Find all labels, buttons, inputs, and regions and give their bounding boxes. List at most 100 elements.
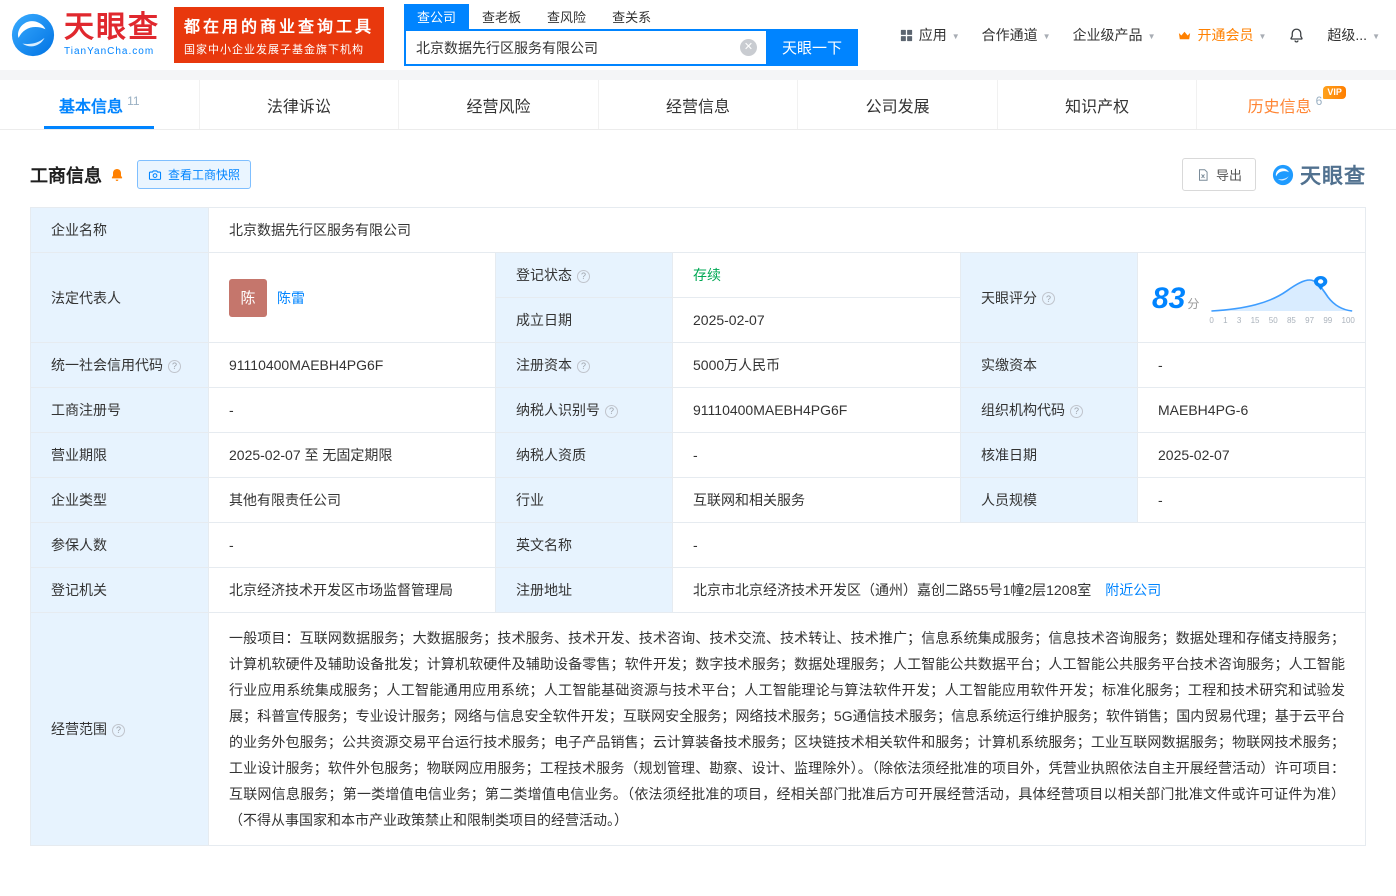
help-icon[interactable]: ? xyxy=(1042,292,1055,305)
field-label: 企业类型 xyxy=(51,492,107,508)
tab-legal-proceedings[interactable]: 法律诉讼 xyxy=(200,80,400,129)
tab-basic-info[interactable]: 基本信息 11 xyxy=(0,80,200,129)
brand-slogan: 都在用的商业查询工具 国家中小企业发展子基金旗下机构 xyxy=(174,7,385,63)
value-establish-date: 2025-02-07 xyxy=(672,297,961,343)
logo-subtitle: TianYanCha.com xyxy=(64,46,155,57)
nav-vip-label: 开通会员 xyxy=(1197,27,1254,43)
nav-user-label: 超级... xyxy=(1327,27,1368,43)
table-row: 企业类型 其他有限责任公司 行业 互联网和相关服务 人员规模 - xyxy=(30,477,1366,523)
company-tab-bar: 基本信息 11 法律诉讼 经营风险 经营信息 公司发展 知识产权 历史信息 6 … xyxy=(0,80,1396,130)
tab-label: 公司发展 xyxy=(865,98,930,116)
value-company-name: 北京数据先行区服务有限公司 xyxy=(208,207,1366,253)
field-label: 行业 xyxy=(516,492,544,508)
help-icon[interactable]: ? xyxy=(577,359,590,373)
tab-company-development[interactable]: 公司发展 xyxy=(798,80,998,129)
search-tab-boss[interactable]: 查老板 xyxy=(469,4,534,29)
search-tabs: 查公司 查老板 查风险 查关系 xyxy=(404,4,858,29)
help-icon[interactable]: ? xyxy=(112,723,125,737)
table-row: 法定代表人 陈 陈雷 登记状态? 存续 天眼评分? 83 分 0 1 3 15 … xyxy=(30,252,1366,343)
value-business-term: 2025-02-07 至 无固定期限 xyxy=(208,432,496,478)
page-gap xyxy=(0,70,1396,80)
search-button[interactable]: 天眼一下 xyxy=(766,29,859,66)
label-company-name: 企业名称 xyxy=(30,207,209,253)
field-label: 英文名称 xyxy=(516,537,572,553)
nearby-companies-link[interactable]: 附近公司 xyxy=(1105,582,1161,598)
crown-icon xyxy=(1179,31,1191,39)
search-tab-relation[interactable]: 查关系 xyxy=(599,4,664,29)
table-row: 统一社会信用代码? 91110400MAEBH4PG6F 注册资本? 5000万… xyxy=(30,342,1366,388)
label-registration-status: 登记状态? xyxy=(495,252,673,298)
score-unit: 分 xyxy=(1187,296,1200,311)
value-industry: 互联网和相关服务 xyxy=(672,477,961,523)
tab-label: 历史信息 xyxy=(1247,98,1312,116)
field-label: 经营范围 xyxy=(51,721,107,737)
nav-user-account[interactable]: 超级... ▼ xyxy=(1327,25,1380,45)
search-area: 查公司 查老板 查风险 查关系 ✕ 天眼一下 xyxy=(404,4,859,66)
field-label: 天眼评分 xyxy=(981,289,1037,306)
section-title: 工商信息 xyxy=(30,165,102,186)
chevron-down-icon: ▼ xyxy=(1147,31,1156,41)
status-badge: 存续 xyxy=(693,267,721,283)
label-staff-size: 人员规模 xyxy=(960,477,1138,523)
nav-partners[interactable]: 合作通道 ▼ xyxy=(982,25,1051,45)
value-taxpayer-quality: - xyxy=(672,432,961,478)
field-label: 企业名称 xyxy=(51,222,107,238)
subscribe-bell-icon[interactable] xyxy=(109,167,125,183)
field-label: 实缴资本 xyxy=(981,357,1037,373)
tab-operating-info[interactable]: 经营信息 xyxy=(599,80,799,129)
value-registration-number: - xyxy=(208,387,496,433)
slogan-line2: 国家中小企业发展子基金旗下机构 xyxy=(184,44,364,56)
watermark-label: 天眼查 xyxy=(1300,164,1366,188)
tab-label: 经营风险 xyxy=(466,98,531,116)
legal-rep-name-link[interactable]: 陈雷 xyxy=(277,288,305,308)
tab-count: 6 xyxy=(1315,93,1323,108)
value-taxpayer-id: 91110400MAEBH4PG6F xyxy=(672,387,961,433)
search-input[interactable] xyxy=(404,29,767,66)
value-organization-code: MAEBH4PG-6 xyxy=(1137,387,1366,433)
nav-apps[interactable]: 应用 ▼ xyxy=(899,25,960,45)
clear-search-icon[interactable]: ✕ xyxy=(740,39,758,56)
tianyancha-watermark-icon xyxy=(1272,164,1294,185)
help-icon[interactable]: ? xyxy=(577,269,590,283)
search-tab-risk[interactable]: 查风险 xyxy=(534,4,599,29)
nav-enterprise[interactable]: 企业级产品 ▼ xyxy=(1073,25,1156,45)
tab-history-info[interactable]: 历史信息 6 VIP xyxy=(1197,80,1396,129)
notifications-bell[interactable] xyxy=(1288,27,1305,44)
tianyancha-watermark: 天眼查 xyxy=(1272,160,1366,190)
tab-label: 经营信息 xyxy=(666,98,731,116)
value-credit-code: 91110400MAEBH4PG6F xyxy=(208,342,496,388)
field-label: 参保人数 xyxy=(51,537,107,553)
label-organization-code: 组织机构代码? xyxy=(960,387,1138,433)
field-label: 纳税人识别号 xyxy=(516,402,600,418)
field-label: 法定代表人 xyxy=(51,289,121,306)
label-english-name: 英文名称 xyxy=(495,522,673,568)
help-icon[interactable]: ? xyxy=(1070,404,1083,418)
search-tab-company[interactable]: 查公司 xyxy=(404,4,470,29)
main-content: 工商信息 查看工商快照 导出 天眼查 企业名称 北京数据先行区服务有限公司 法定… xyxy=(0,130,1396,896)
value-company-type: 其他有限责任公司 xyxy=(208,477,496,523)
value-registration-authority: 北京经济技术开发区市场监督管理局 xyxy=(208,567,496,613)
help-icon[interactable]: ? xyxy=(605,404,618,418)
value-tianyan-score: 83 分 0 1 3 15 50 85 97 99 100 xyxy=(1137,252,1366,343)
score-axis: 0 1 3 15 50 85 97 99 100 xyxy=(1209,315,1355,325)
field-label: 工商注册号 xyxy=(51,402,121,418)
nav-vip-upgrade[interactable]: 开通会员 ▼ xyxy=(1177,25,1266,45)
label-legal-representative: 法定代表人 xyxy=(30,252,209,343)
label-business-term: 营业期限 xyxy=(30,432,209,478)
field-label: 营业期限 xyxy=(51,447,107,463)
help-icon[interactable]: ? xyxy=(168,359,181,373)
legal-rep-avatar[interactable]: 陈 xyxy=(229,278,267,317)
export-button-label: 导出 xyxy=(1215,168,1242,183)
score-distribution-chart[interactable]: 0 1 3 15 50 85 97 99 100 xyxy=(1209,273,1355,325)
tab-intellectual-property[interactable]: 知识产权 xyxy=(998,80,1198,129)
vip-badge: VIP xyxy=(1323,86,1346,99)
section-header: 工商信息 查看工商快照 导出 天眼查 xyxy=(30,158,1366,191)
view-snapshot-button[interactable]: 查看工商快照 xyxy=(137,160,252,189)
table-row: 工商注册号 - 纳税人识别号? 91110400MAEBH4PG6F 组织机构代… xyxy=(30,387,1366,433)
top-bar: 天眼查 TianYanCha.com 都在用的商业查询工具 国家中小企业发展子基… xyxy=(0,0,1396,70)
export-button[interactable]: 导出 xyxy=(1181,158,1256,191)
tianyancha-logo[interactable]: 天眼查 TianYanCha.com xyxy=(10,12,160,58)
field-label: 纳税人资质 xyxy=(516,447,586,463)
tab-operating-risk[interactable]: 经营风险 xyxy=(399,80,599,129)
field-label: 登记机关 xyxy=(51,582,107,598)
